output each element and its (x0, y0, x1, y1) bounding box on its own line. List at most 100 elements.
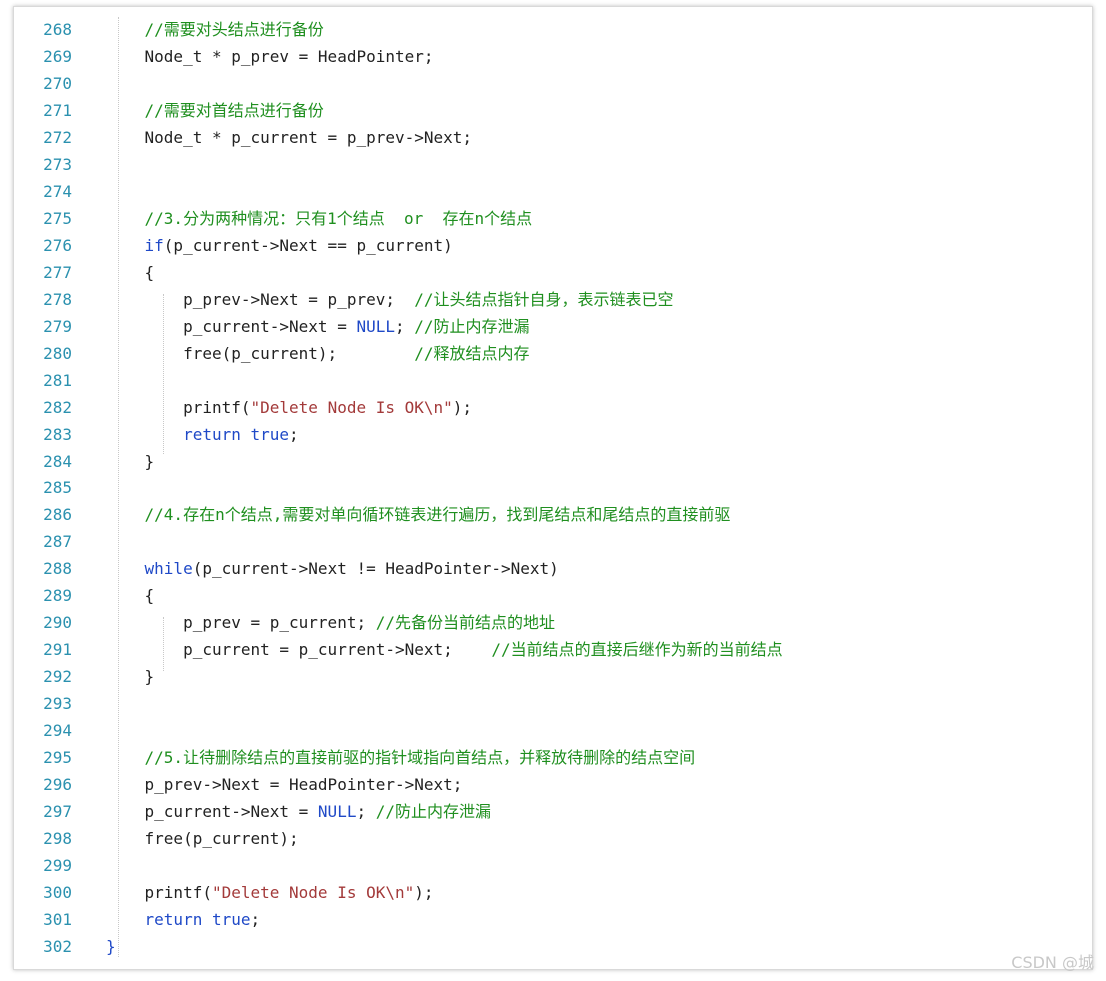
code-line: 301 return true; (14, 907, 1092, 934)
indent-guide-while-block (163, 617, 165, 671)
code-token: } (106, 451, 155, 471)
line-number: 289 (43, 586, 72, 606)
line-number: 298 (43, 829, 72, 849)
line-source: Node_t * p_current = p_prev->Next; (106, 125, 473, 152)
line-number: 281 (43, 370, 72, 390)
line-source: //需要对头结点进行备份 (106, 17, 324, 44)
code-token: free(p_current); (106, 343, 415, 363)
code-line: 291 p_current = p_current->Next; //当前结点的… (14, 637, 1092, 664)
code-line: 279 p_current->Next = NULL; //防止内存泄漏 (14, 314, 1092, 341)
line-number: 286 (43, 505, 72, 525)
line-source: { (106, 583, 155, 610)
line-number: 270 (43, 73, 72, 93)
code-line: 271 //需要对首结点进行备份 (14, 98, 1092, 125)
line-number: 295 (43, 748, 72, 768)
line-source: return true; (106, 907, 261, 934)
code-token: ; (356, 802, 376, 822)
code-token: p_prev->Next = HeadPointer->Next; (106, 775, 463, 795)
line-source: { (106, 260, 155, 287)
code-line: 292 } (14, 664, 1092, 691)
code-line: 286 //4.存在n个结点,需要对单向循环链表进行遍历，找到尾结点和尾结点的直… (14, 502, 1092, 529)
line-source: printf("Delete Node Is OK\n"); (106, 395, 472, 422)
code-token: NULL (356, 316, 395, 336)
code-line: 278 p_prev->Next = p_prev; //让头结点指针自身，表示… (14, 287, 1092, 314)
code-line: 268 //需要对头结点进行备份 (14, 17, 1092, 44)
line-number: 285 (43, 478, 72, 498)
line-source: p_prev->Next = p_prev; //让头结点指针自身，表示链表已空 (106, 287, 674, 314)
code-token: //3.分为两种情况：只有1个结点 or 存在n个结点 (106, 208, 533, 228)
code-token: "Delete Node Is OK\n" (250, 397, 453, 417)
watermark: CSDN @城 (1011, 953, 1094, 972)
code-token: //5.让待删除结点的直接前驱的指针域指向首结点，并释放待删除的结点空间 (106, 748, 696, 768)
code-line: 297 p_current->Next = NULL; //防止内存泄漏 (14, 799, 1092, 826)
code-line: 270 (14, 71, 1092, 98)
line-number: 294 (43, 721, 72, 741)
line-number: 287 (43, 532, 72, 552)
line-number: 292 (43, 667, 72, 687)
line-number: 297 (43, 802, 72, 822)
code-editor: 268 //需要对头结点进行备份 269 Node_t * p_prev = He… (14, 17, 1092, 961)
line-number: 282 (43, 397, 72, 417)
code-line: 275 //3.分为两种情况：只有1个结点 or 存在n个结点 (14, 206, 1092, 233)
code-token: //当前结点的直接后继作为新的当前结点 (491, 640, 783, 660)
code-token: ; (250, 909, 261, 929)
code-line: 295 //5.让待删除结点的直接前驱的指针域指向首结点，并释放待删除的结点空间 (14, 745, 1092, 772)
line-source: Node_t * p_prev = HeadPointer; (106, 44, 434, 71)
code-line: 272 Node_t * p_current = p_prev->Next; (14, 125, 1092, 152)
line-number: 271 (43, 100, 72, 120)
line-number: 302 (43, 936, 72, 956)
code-snippet-frame: 268 //需要对头结点进行备份 269 Node_t * p_prev = He… (13, 6, 1093, 970)
code-token: //防止内存泄漏 (375, 802, 491, 822)
line-number: 268 (43, 20, 72, 39)
code-line: 283 return true; (14, 422, 1092, 449)
line-source: //3.分为两种情况：只有1个结点 or 存在n个结点 (106, 206, 533, 233)
line-number: 278 (43, 289, 72, 309)
line-number: 300 (43, 883, 72, 902)
code-token: //需要对首结点进行备份 (106, 100, 324, 120)
line-number: 269 (43, 46, 72, 66)
code-token: if (144, 235, 164, 255)
code-line: 302} (14, 934, 1092, 961)
code-token: //4.存在n个结点,需要对单向循环链表进行遍历，找到尾结点和尾结点的直接前驱 (106, 505, 731, 525)
code-token: ; (394, 316, 415, 336)
code-token: //防止内存泄漏 (414, 316, 530, 336)
code-token: ); (414, 883, 434, 902)
line-source: while(p_current->Next != HeadPointer->Ne… (106, 556, 559, 583)
line-number: 283 (43, 424, 72, 444)
line-number: 290 (43, 613, 72, 633)
line-source: p_current = p_current->Next; //当前结点的直接后继… (106, 637, 783, 664)
code-token: { (106, 262, 155, 282)
line-number: 296 (43, 775, 72, 795)
line-source: p_current->Next = NULL; //防止内存泄漏 (106, 799, 491, 826)
line-source: return true; (106, 422, 299, 449)
code-token: //需要对头结点进行备份 (106, 20, 324, 39)
line-number: 275 (43, 208, 72, 228)
line-number: 301 (43, 909, 72, 929)
code-token: ); (452, 397, 473, 417)
line-number: 272 (43, 127, 72, 147)
code-line: 288 while(p_current->Next != HeadPointer… (14, 556, 1092, 583)
code-token: Node_t * p_current = p_prev->Next; (106, 127, 473, 147)
code-token: //让头结点指针自身，表示链表已空 (414, 289, 674, 309)
code-token: p_current->Next = (106, 316, 357, 336)
line-source: //5.让待删除结点的直接前驱的指针域指向首结点，并释放待删除的结点空间 (106, 745, 696, 772)
code-line: 284 } (14, 449, 1092, 476)
code-line: 276 if(p_current->Next == p_current) (14, 233, 1092, 260)
code-token: NULL (317, 802, 357, 822)
code-token: return (144, 909, 203, 929)
line-number: 276 (43, 235, 72, 255)
line-number: 274 (43, 181, 72, 201)
line-number: 284 (43, 451, 72, 471)
code-line: 274 (14, 179, 1092, 206)
code-line: 293 (14, 691, 1092, 718)
line-source: } (106, 449, 155, 476)
code-line: 294 (14, 718, 1092, 745)
code-line: 290 p_prev = p_current; //先备份当前结点的地址 (14, 610, 1092, 637)
code-token: ; (289, 424, 299, 444)
code-line: 298 free(p_current); (14, 826, 1092, 853)
